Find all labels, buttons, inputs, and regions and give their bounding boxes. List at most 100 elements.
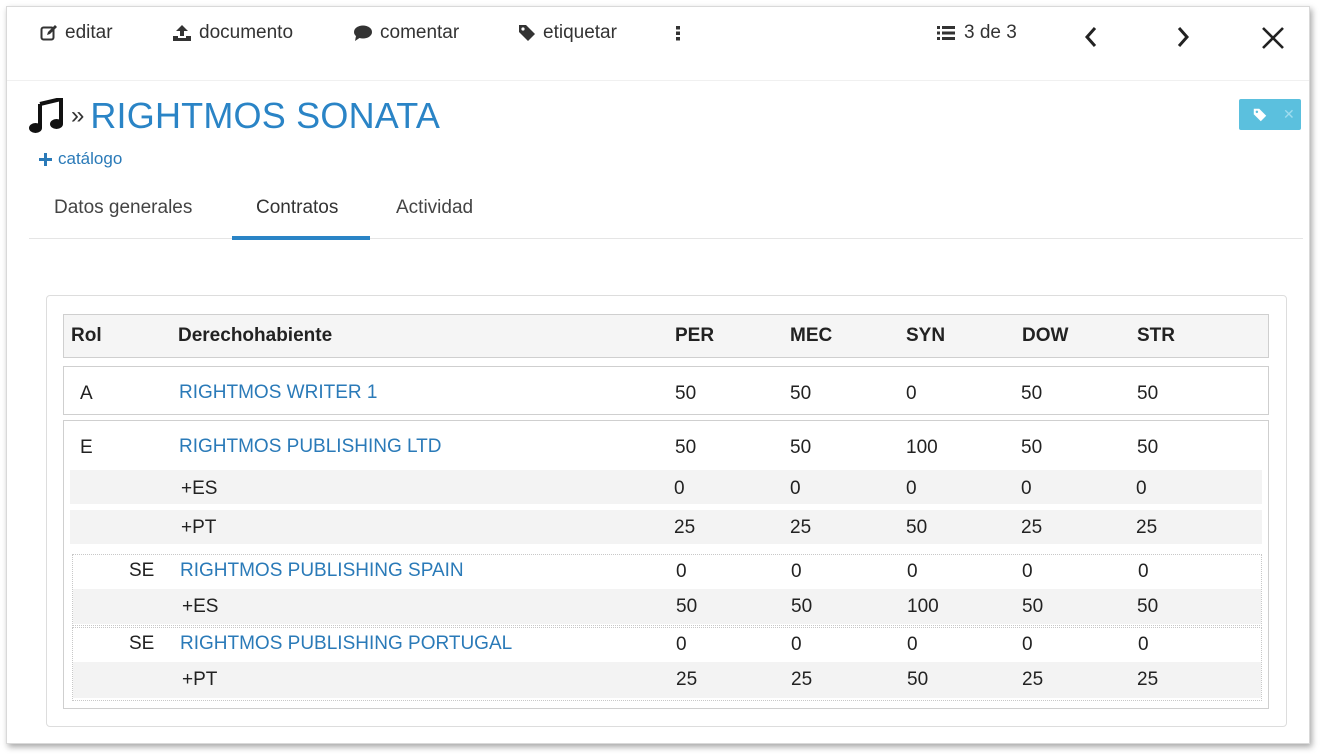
edit-button[interactable]: editar [40, 20, 113, 46]
syn-value: 0 [906, 478, 917, 499]
row-role: A [80, 383, 93, 404]
active-tab-indicator [232, 236, 370, 240]
page-title: RIGHTMOS SONATA [90, 95, 441, 136]
record-counter-label: 3 de 3 [964, 22, 1017, 43]
column-header-per: PER [675, 325, 715, 346]
chevron-right-icon [1177, 27, 1190, 47]
column-header-rol: Rol [71, 325, 102, 346]
row-role: SE [129, 560, 155, 581]
mec-value: 0 [790, 478, 801, 499]
territory-label: +PT [181, 517, 217, 538]
dow-value: 50 [1021, 437, 1043, 458]
column-header-str: STR [1137, 325, 1175, 346]
str-value: 50 [1137, 437, 1159, 458]
music-note-icon [29, 98, 63, 133]
column-header-dow: DOW [1022, 325, 1069, 346]
mec-value: 50 [790, 437, 812, 458]
comment-label: comentar [380, 22, 460, 43]
mec-value: 50 [790, 383, 812, 404]
str-value: 25 [1136, 517, 1158, 538]
str-value: 0 [1138, 561, 1149, 582]
row-role: E [80, 437, 93, 458]
dow-value: 0 [1022, 561, 1033, 582]
table-header: Rol Derechohabiente PER MEC SYN DOW STR [63, 314, 1269, 358]
next-button[interactable] [1175, 24, 1191, 50]
record-counter: 3 de 3 [937, 20, 1017, 46]
syn-value: 0 [907, 634, 918, 655]
contracts-panel: Rol Derechohabiente PER MEC SYN DOW STR … [46, 295, 1287, 727]
table-row: +ES 0 0 0 0 0 [70, 470, 1262, 504]
per-value: 50 [675, 383, 697, 404]
per-value: 50 [676, 596, 698, 617]
str-value: 25 [1137, 669, 1159, 690]
str-value: 0 [1136, 478, 1147, 499]
column-header-syn: SYN [906, 325, 946, 346]
tag-label: etiquetar [543, 22, 617, 43]
per-value: 0 [674, 478, 685, 499]
row-role: SE [129, 633, 155, 654]
document-button[interactable]: documento [172, 20, 293, 46]
plus-icon [39, 152, 52, 166]
dow-value: 25 [1022, 669, 1044, 690]
tab-bar: Datos generales Contratos Actividad [29, 195, 1303, 239]
breadcrumb-separator: » [71, 102, 85, 129]
tag-badge[interactable]: ✕ [1239, 99, 1301, 130]
per-value: 25 [674, 517, 696, 538]
comment-button[interactable]: comentar [353, 20, 459, 46]
dow-value: 25 [1021, 517, 1043, 538]
per-value: 0 [676, 561, 687, 582]
per-value: 0 [676, 634, 687, 655]
tag-button[interactable]: etiquetar [518, 20, 617, 46]
dow-value: 50 [1021, 383, 1043, 404]
dow-value: 50 [1022, 596, 1044, 617]
syn-value: 50 [907, 669, 929, 690]
publisher-block: E RIGHTMOS PUBLISHING LTD 50 50 100 50 5… [63, 420, 1269, 709]
str-value: 0 [1138, 634, 1149, 655]
tab-datos-generales[interactable]: Datos generales [54, 195, 192, 239]
rightholder-link[interactable]: RIGHTMOS PUBLISHING SPAIN [180, 560, 464, 582]
previous-button[interactable] [1083, 24, 1099, 50]
rightholder-link[interactable]: RIGHTMOS WRITER 1 [179, 382, 377, 404]
toolbar: editar documento comentar etiquetar 3 de… [7, 7, 1309, 81]
sub-publisher-portugal-block: SE RIGHTMOS PUBLISHING PORTUGAL 0 0 0 0 … [72, 627, 1262, 701]
mec-value: 50 [791, 596, 813, 617]
tag-icon [1253, 108, 1267, 121]
chevron-left-icon [1084, 27, 1097, 47]
vertical-ellipsis-icon [676, 26, 680, 41]
str-value: 50 [1137, 596, 1159, 617]
more-menu-button[interactable] [675, 20, 681, 46]
upload-icon [173, 25, 191, 41]
page-header: » RIGHTMOS SONATA [29, 95, 440, 137]
str-value: 50 [1137, 383, 1159, 404]
per-value: 50 [675, 437, 697, 458]
syn-value: 0 [907, 561, 918, 582]
territory-label: +ES [182, 596, 219, 617]
tab-contratos[interactable]: Contratos [256, 195, 338, 239]
document-label: documento [199, 22, 294, 43]
mec-value: 25 [791, 669, 813, 690]
comment-icon [354, 25, 372, 41]
add-catalog-link[interactable]: catálogo [39, 149, 122, 169]
syn-value: 50 [906, 517, 928, 538]
per-value: 25 [676, 669, 698, 690]
tab-actividad[interactable]: Actividad [396, 195, 473, 239]
syn-value: 100 [907, 596, 939, 617]
mec-value: 0 [791, 561, 802, 582]
dow-value: 0 [1022, 634, 1033, 655]
close-button[interactable] [1261, 25, 1285, 51]
rightholder-link[interactable]: RIGHTMOS PUBLISHING LTD [179, 436, 442, 458]
territory-label: +PT [182, 669, 218, 690]
table-row: +ES 50 50 100 50 50 [73, 589, 1261, 624]
remove-tag-icon[interactable]: ✕ [1283, 106, 1295, 123]
tag-icon [519, 25, 535, 41]
table-row: +PT 25 25 50 25 25 [73, 662, 1261, 698]
close-icon [1262, 27, 1284, 49]
writer-block: A RIGHTMOS WRITER 1 50 50 0 50 50 [63, 366, 1269, 415]
document-window: editar documento comentar etiquetar 3 de… [6, 6, 1310, 744]
dow-value: 0 [1021, 478, 1032, 499]
rightholder-link[interactable]: RIGHTMOS PUBLISHING PORTUGAL [180, 633, 512, 655]
syn-value: 0 [906, 383, 917, 404]
column-header-mec: MEC [790, 325, 833, 346]
catalog-label: catálogo [58, 149, 123, 168]
edit-label: editar [65, 22, 113, 43]
